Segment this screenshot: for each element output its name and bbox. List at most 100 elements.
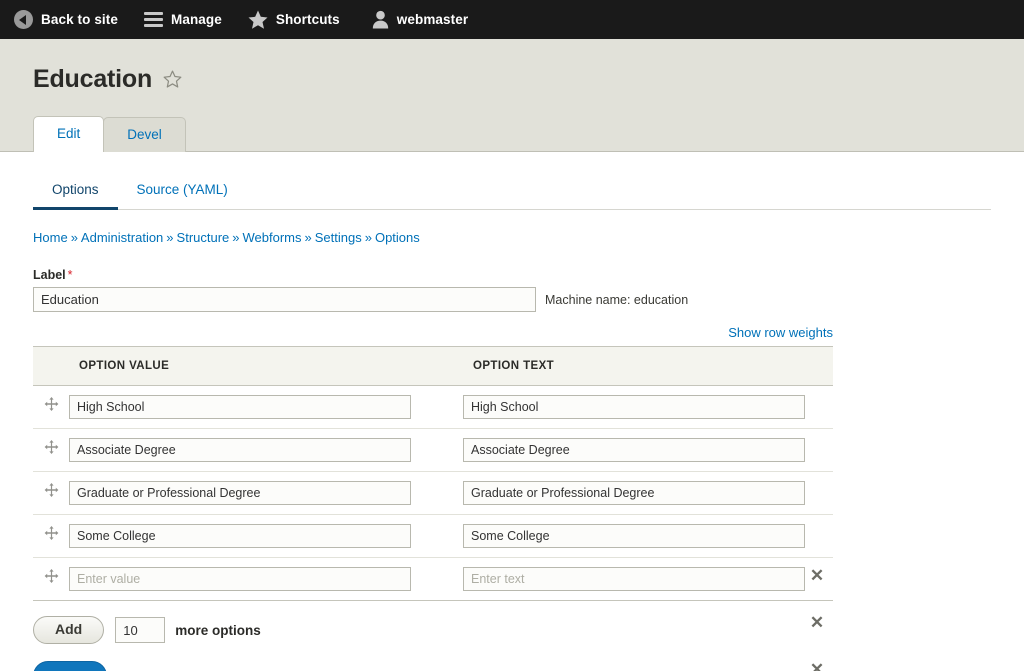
option-text-input[interactable] (463, 395, 805, 419)
subtab-source-yaml[interactable]: Source (YAML) (118, 174, 247, 210)
required-marker: * (67, 268, 73, 282)
option-text-input[interactable] (463, 524, 805, 548)
add-count-input[interactable] (115, 617, 166, 643)
breadcrumb-item-options[interactable]: Options (375, 230, 420, 245)
toolbar-item-webmaster[interactable]: webmaster (354, 0, 482, 39)
breadcrumb-separator: » (304, 230, 312, 245)
person-icon (372, 10, 389, 29)
options-table: OPTION VALUE OPTION TEXT (33, 346, 833, 601)
hamburger-icon (143, 12, 163, 27)
subtab-label: Source (YAML) (136, 182, 228, 197)
breadcrumb: Home» Administration» Structure» Webforms» S… (33, 230, 1024, 246)
table-row (33, 472, 833, 515)
page-title: Education (33, 65, 153, 93)
add-options-row: Add more options (33, 616, 1024, 644)
machine-name-text: Machine name: education (545, 292, 689, 307)
option-value-cell (69, 472, 463, 515)
option-text-input[interactable] (463, 438, 805, 462)
save-button[interactable] (33, 661, 107, 671)
option-value-input[interactable] (69, 567, 411, 591)
toolbar-item-label: Back to site (41, 12, 118, 27)
toolbar-item-label: Shortcuts (275, 12, 340, 27)
toolbar-item-label: webmaster (396, 12, 469, 27)
add-suffix-label: more options (175, 622, 261, 638)
breadcrumb-item-settings[interactable]: Settings (315, 230, 362, 245)
admin-toolbar: Back to site Manage Shortcuts webmaster (0, 0, 1024, 39)
option-value-input[interactable] (69, 395, 411, 419)
table-row (33, 429, 833, 472)
option-value-input[interactable] (69, 438, 411, 462)
drag-cell[interactable] (33, 386, 69, 429)
move-handle-icon[interactable] (44, 526, 59, 541)
option-text-input[interactable] (463, 481, 805, 505)
toolbar-item-shortcuts[interactable]: Shortcuts (236, 0, 354, 39)
breadcrumb-item-webforms[interactable]: Webforms (243, 230, 302, 245)
option-text-cell (463, 515, 833, 558)
drag-cell[interactable] (33, 429, 69, 472)
option-value-input[interactable] (69, 524, 411, 548)
table-row (33, 558, 833, 601)
option-text-cell (463, 558, 833, 601)
move-handle-icon[interactable] (44, 483, 59, 498)
options-table-head: OPTION VALUE OPTION TEXT (33, 346, 833, 386)
breadcrumb-separator: » (364, 230, 372, 245)
options-table-body (33, 386, 833, 601)
column-header-option-text: OPTION TEXT (463, 346, 833, 386)
option-text-cell (463, 386, 833, 429)
option-value-cell (69, 515, 463, 558)
drag-cell[interactable] (33, 558, 69, 601)
column-header-handle (33, 346, 69, 386)
page-title-wrap: Education (0, 39, 1024, 94)
tab-label: Devel (127, 127, 162, 142)
toolbar-item-back-to-site[interactable]: Back to site (10, 0, 132, 39)
add-button[interactable]: Add (33, 616, 105, 644)
option-value-cell (69, 386, 463, 429)
tab-edit[interactable]: Edit (33, 116, 105, 152)
back-circle-icon (14, 10, 33, 29)
drag-cell[interactable] (33, 515, 69, 558)
column-header-option-value: OPTION VALUE (69, 346, 463, 386)
option-text-input[interactable] (463, 567, 805, 591)
table-row (33, 515, 833, 558)
close-x-icon: ✕ (809, 612, 825, 632)
breadcrumb-separator: » (70, 230, 78, 245)
label-field-block: Label* Machine name: education (33, 268, 1024, 312)
breadcrumb-item-structure[interactable]: Structure (177, 230, 230, 245)
breadcrumb-item-home[interactable]: Home (33, 230, 68, 245)
main-content: Options Source (YAML) Home» Administratio… (0, 174, 1024, 671)
secondary-tabs: Options Source (YAML) (33, 174, 991, 210)
move-handle-icon[interactable] (44, 569, 59, 584)
options-table-header-row: OPTION VALUE OPTION TEXT (33, 346, 833, 386)
remove-row-button[interactable]: ✕ (806, 611, 828, 633)
remove-row-button[interactable]: ✕ (806, 658, 828, 671)
primary-tabs: Edit Devel (33, 116, 186, 152)
tab-label: Edit (57, 126, 81, 141)
label-field-label: Label * (33, 268, 1024, 282)
option-text-cell (463, 429, 833, 472)
option-value-cell (69, 558, 463, 601)
show-row-weights-row: Show row weights (33, 324, 833, 342)
label-text: Label (33, 268, 66, 282)
label-input[interactable] (33, 287, 536, 312)
toolbar-item-label: Manage (170, 12, 222, 27)
label-input-row: Machine name: education (33, 287, 1024, 312)
subtab-label: Options (52, 182, 99, 197)
option-value-cell (69, 429, 463, 472)
breadcrumb-item-administration[interactable]: Administration (81, 230, 163, 245)
toolbar-item-manage[interactable]: Manage (132, 0, 236, 39)
option-value-input[interactable] (69, 481, 411, 505)
breadcrumb-separator: » (232, 230, 240, 245)
close-x-icon: ✕ (809, 565, 825, 585)
move-handle-icon[interactable] (44, 397, 59, 412)
option-text-cell (463, 472, 833, 515)
show-row-weights-link[interactable]: Show row weights (728, 325, 833, 340)
breadcrumb-separator: » (166, 230, 174, 245)
remove-row-button[interactable]: ✕ (806, 564, 828, 586)
page-header: Education Edit Devel (0, 39, 1024, 152)
drag-cell[interactable] (33, 472, 69, 515)
star-outline-icon[interactable] (163, 70, 182, 93)
tab-devel[interactable]: Devel (103, 117, 186, 152)
subtab-options[interactable]: Options (33, 174, 118, 210)
move-handle-icon[interactable] (44, 440, 59, 455)
star-icon (248, 10, 268, 29)
